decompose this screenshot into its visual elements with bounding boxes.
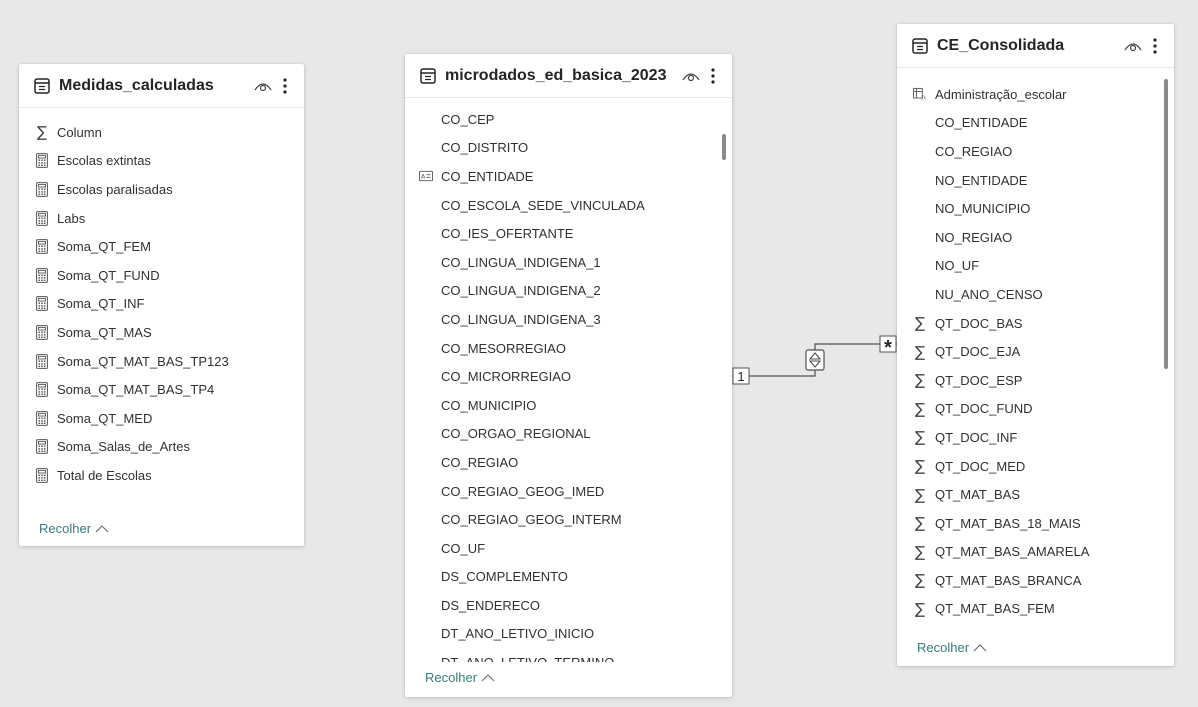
relationship-line[interactable]: 1 * [0,0,1198,707]
cardinality-many-label: * [884,337,892,359]
bidirectional-filter-icon[interactable] [805,349,825,371]
cardinality-one-label: 1 [737,369,744,384]
